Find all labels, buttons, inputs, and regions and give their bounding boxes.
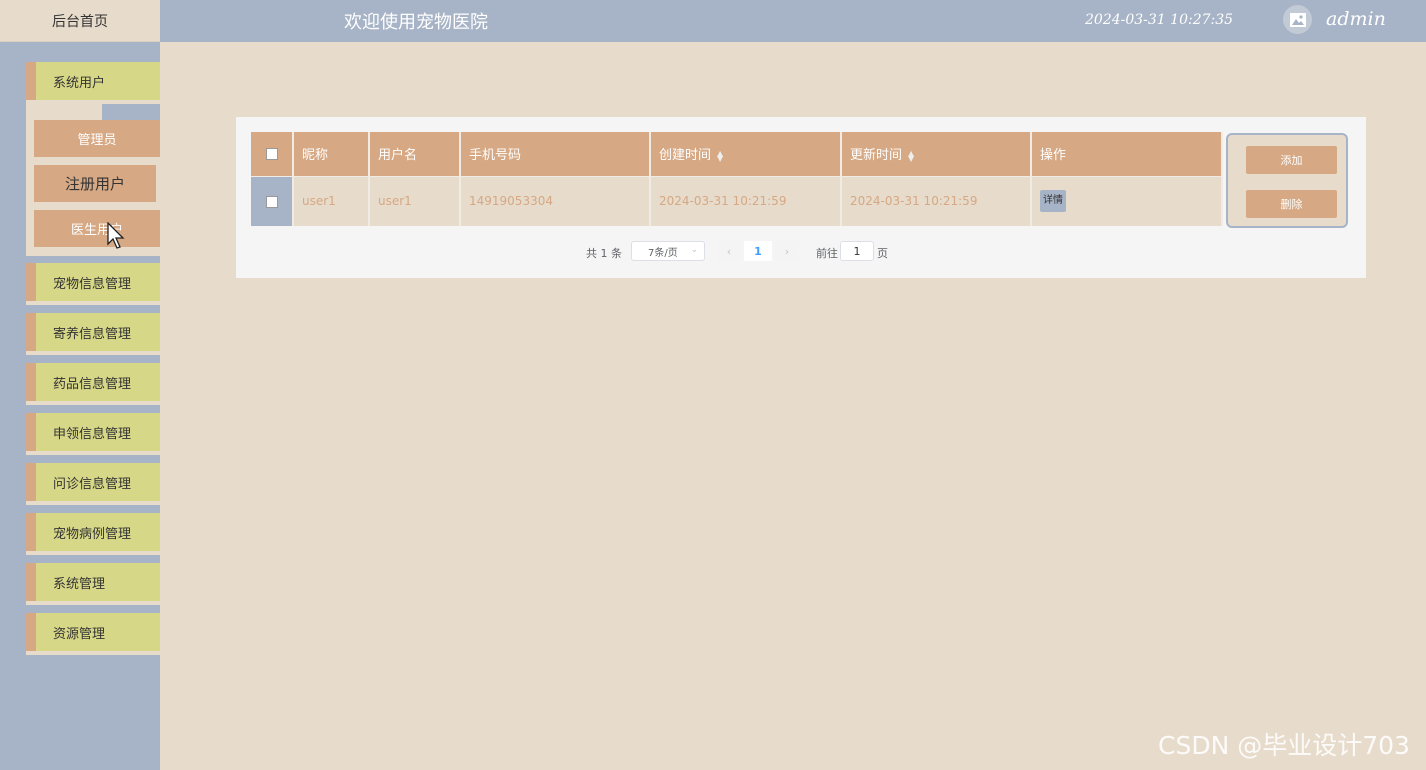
select-all-header [251,132,294,176]
column-header-created[interactable]: 创建时间 ▲ ▼ [650,132,842,176]
prev-page-button[interactable]: ‹ [717,241,741,261]
sidebar-item-system-users[interactable]: 系统用户 [26,62,160,104]
sidebar-item-claim-info[interactable]: 申领信息管理 [26,413,160,455]
row-select-cell [251,175,294,226]
chevron-down-icon: ⌄ [690,245,698,255]
sidebar-item-system-management[interactable]: 系统管理 [26,563,160,605]
pagination: 共 1 条 7条/页 ⌄ ‹ 1 › 前往 1 页 [236,241,1366,263]
watermark: CSDN @毕业设计703 [1158,731,1410,760]
submenu-item-label: 管理员 [77,133,117,148]
pagination-total: 共 1 条 [586,247,622,260]
sidebar-item-label: 申领信息管理 [53,426,132,442]
column-header-username: 用户名 [369,132,461,176]
submenu-item-registered-users[interactable]: 注册用户 [34,165,156,202]
sidebar-item-consultation-info[interactable]: 问诊信息管理 [26,463,160,505]
page-number[interactable]: 1 [744,241,772,261]
page-size-select[interactable]: 7条/页 ⌄ [631,241,705,261]
sidebar-item-boarding-info[interactable]: 寄养信息管理 [26,313,160,355]
page-size-value: 7条/页 [648,247,678,259]
cell-phone: 14919053304 [460,175,651,226]
cell-actions: 详情 [1031,175,1223,226]
sidebar-item-label: 系统管理 [53,576,106,592]
cell-created: 2024-03-31 10:21:59 [650,175,842,226]
column-header-updated[interactable]: 更新时间 ▲ ▼ [841,132,1032,176]
image-icon [1289,12,1306,27]
sidebar-item-label: 宠物病例管理 [53,526,132,542]
page-title: 欢迎使用宠物医院 [344,12,488,33]
submenu-item-doctor-users[interactable]: 医生用户 [34,210,160,247]
column-header-phone: 手机号码 [460,132,651,176]
cell-updated: 2024-03-31 10:21:59 [841,175,1032,226]
cell-nickname: user1 [293,175,370,226]
delete-button[interactable]: 删除 [1246,190,1337,218]
sidebar-item-pet-info[interactable]: 宠物信息管理 [26,263,160,305]
sort-icon[interactable]: ▲ ▼ [717,149,723,162]
column-header-nickname: 昵称 [293,132,370,176]
cell-username: user1 [369,175,461,226]
sidebar-item-label: 药品信息管理 [53,376,132,392]
content-panel: 昵称 用户名 手机号码 创建时间 ▲ ▼ 更新时间 ▲ ▼ 操作 user1 user1… [236,117,1366,278]
row-checkbox[interactable] [265,195,278,208]
user-table: 昵称 用户名 手机号码 创建时间 ▲ ▼ 更新时间 ▲ ▼ 操作 user1 user1… [251,132,1223,226]
sidebar-item-label: 系统用户 [53,75,106,91]
sidebar-item-label: 寄养信息管理 [53,326,132,342]
column-header-actions: 操作 [1031,132,1223,176]
sort-icon[interactable]: ▲ ▼ [908,149,914,162]
chevron-left-icon: ‹ [726,244,732,258]
mouse-cursor-icon [107,222,125,249]
page-unit-label: 页 [877,247,888,260]
sidebar-item-label: 资源管理 [53,626,106,642]
top-bar: 后台首页 欢迎使用宠物医院 2024-03-31 10:27:35 admin [0,0,1426,42]
sidebar-item-pet-cases[interactable]: 宠物病例管理 [26,513,160,555]
column-header-label: 创建时间 [659,148,712,164]
chevron-right-icon: › [784,244,790,258]
next-page-button[interactable]: › [775,241,799,261]
current-datetime: 2024-03-31 10:27:35 [1085,12,1234,28]
home-tab[interactable]: 后台首页 [0,0,160,42]
table-row[interactable]: user1 user1 14919053304 2024-03-31 10:21… [251,175,1223,226]
action-box: 添加 删除 [1226,133,1348,228]
sidebar-item-resource-management[interactable]: 资源管理 [26,613,160,655]
submenu-item-admin[interactable]: 管理员 [34,120,160,157]
sidebar-item-medicine-info[interactable]: 药品信息管理 [26,363,160,405]
submenu-item-label: 注册用户 [64,175,125,193]
goto-label: 前往 [816,247,838,260]
goto-page-input[interactable]: 1 [840,241,874,261]
sidebar-item-label: 问诊信息管理 [53,476,132,492]
detail-button[interactable]: 详情 [1040,190,1066,213]
add-button[interactable]: 添加 [1246,146,1337,174]
column-header-label: 更新时间 [850,148,903,164]
table-header-row: 昵称 用户名 手机号码 创建时间 ▲ ▼ 更新时间 ▲ ▼ 操作 [251,132,1223,176]
select-all-checkbox[interactable] [265,147,278,160]
avatar[interactable] [1283,5,1312,34]
username-label[interactable]: admin [1326,8,1386,30]
sidebar-item-label: 宠物信息管理 [53,276,132,292]
submenu: 管理员 注册用户 医生用户 [26,104,160,256]
